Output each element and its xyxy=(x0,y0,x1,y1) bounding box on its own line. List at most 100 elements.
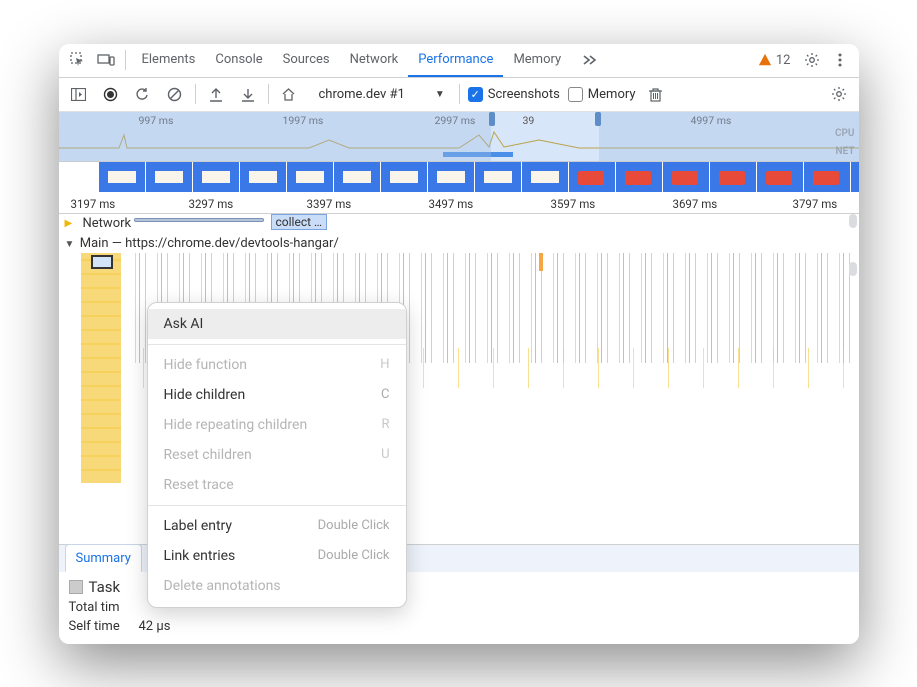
menu-item-hide-repeating-children: Hide repeating childrenR xyxy=(148,410,406,440)
toggle-drawer-icon[interactable] xyxy=(67,82,91,106)
menu-item-hide-function: Hide functionH xyxy=(148,350,406,380)
tab-performance[interactable]: Performance xyxy=(408,44,503,78)
more-tabs-icon[interactable] xyxy=(577,46,603,74)
filmstrip-thumb[interactable] xyxy=(804,162,850,192)
filmstrip-thumb[interactable] xyxy=(569,162,615,192)
filmstrip-thumb[interactable] xyxy=(334,162,380,192)
total-time-label: Total tim xyxy=(69,600,139,615)
record-icon[interactable] xyxy=(99,82,123,106)
devtools-tabbar: ElementsConsoleSourcesNetworkPerformance… xyxy=(59,44,859,78)
overview-tick: 39 xyxy=(523,114,535,127)
device-toolbar-icon[interactable] xyxy=(93,46,119,74)
filmstrip-thumb[interactable] xyxy=(146,162,192,192)
gc-icon[interactable] xyxy=(644,82,668,106)
perf-settings-icon[interactable] xyxy=(827,82,851,106)
filmstrip-thumb[interactable] xyxy=(193,162,239,192)
task-swatch xyxy=(69,580,83,594)
range-handle-left[interactable] xyxy=(489,112,495,126)
reload-record-icon[interactable] xyxy=(131,82,155,106)
download-icon[interactable] xyxy=(236,82,260,106)
scrollbar-thumb[interactable] xyxy=(849,262,857,276)
self-time-label: Self time xyxy=(69,619,139,634)
filmstrip-thumb[interactable] xyxy=(757,162,803,192)
filmstrip-thumb[interactable] xyxy=(381,162,427,192)
perf-toolbar: chrome.dev #1 ▼ Screenshots Memory xyxy=(59,78,859,112)
filmstrip-thumb[interactable] xyxy=(710,162,756,192)
expand-icon: ▼ xyxy=(65,239,77,250)
filmstrip-thumb[interactable] xyxy=(851,162,859,192)
menu-shortcut: U xyxy=(381,447,389,463)
devtools-window: ElementsConsoleSourcesNetworkPerformance… xyxy=(59,44,859,644)
selected-frame[interactable] xyxy=(91,255,113,269)
tab-console[interactable]: Console xyxy=(205,44,272,78)
filmstrip-thumb[interactable] xyxy=(475,162,521,192)
warning-count: 12 xyxy=(776,53,791,68)
tab-network[interactable]: Network xyxy=(340,44,409,78)
source-selector[interactable]: chrome.dev #1 ▼ xyxy=(309,82,451,106)
home-icon[interactable] xyxy=(277,82,301,106)
settings-icon[interactable] xyxy=(799,46,825,74)
filmstrip-thumb[interactable] xyxy=(240,162,286,192)
filmstrip-thumb[interactable] xyxy=(99,162,145,192)
menu-item-label-entry[interactable]: Label entryDouble Click xyxy=(148,511,406,541)
context-menu-separator xyxy=(148,505,406,506)
filmstrip-thumb[interactable] xyxy=(287,162,333,192)
main-track-header[interactable]: ▼ Main — https://chrome.dev/devtools-han… xyxy=(59,234,859,253)
context-menu: Ask AI Hide functionHHide childrenCHide r… xyxy=(147,302,407,608)
screenshots-label: Screenshots xyxy=(488,87,560,102)
menu-item-delete-annotations: Delete annotations xyxy=(148,571,406,601)
chevron-down-icon: ▼ xyxy=(435,89,445,100)
source-label: chrome.dev #1 xyxy=(319,87,405,102)
menu-item-ask-ai[interactable]: Ask AI xyxy=(148,309,406,339)
network-bar[interactable] xyxy=(134,218,264,222)
filmstrip-thumb[interactable] xyxy=(522,162,568,192)
kebab-icon[interactable] xyxy=(827,46,853,74)
screenshots-checkbox[interactable]: Screenshots xyxy=(468,87,560,102)
time-ruler: 3197 ms 3297 ms 3397 ms 3497 ms 3597 ms 3697 … xyxy=(59,196,859,214)
menu-item-reset-trace: Reset trace xyxy=(148,470,406,500)
menu-item-hide-children[interactable]: Hide childrenC xyxy=(148,380,406,410)
clear-icon[interactable] xyxy=(163,82,187,106)
menu-shortcut: Double Click xyxy=(318,548,390,564)
menu-shortcut: Double Click xyxy=(318,518,390,534)
menu-item-reset-children: Reset childrenU xyxy=(148,440,406,470)
menu-shortcut: C xyxy=(381,387,389,403)
ruler-tick: 3797 ms xyxy=(793,197,838,211)
checkbox-icon xyxy=(468,87,483,102)
range-handle-right[interactable] xyxy=(595,112,601,126)
tab-elements[interactable]: Elements xyxy=(132,44,206,78)
ruler-tick: 3397 ms xyxy=(307,197,352,211)
menu-shortcut: H xyxy=(380,357,389,373)
expand-icon: ▶ xyxy=(65,218,77,229)
filmstrip-thumb[interactable] xyxy=(616,162,662,192)
scrollbar-thumb[interactable] xyxy=(849,214,857,228)
warnings-badge[interactable]: 12 xyxy=(752,53,797,68)
task-label: Task xyxy=(89,578,121,596)
context-menu-separator xyxy=(148,344,406,345)
memory-label: Memory xyxy=(588,87,636,102)
menu-shortcut: R xyxy=(381,417,389,433)
ruler-tick: 3197 ms xyxy=(71,197,116,211)
tab-summary[interactable]: Summary xyxy=(65,544,142,572)
tab-memory[interactable]: Memory xyxy=(503,44,571,78)
timeline-overview[interactable]: 997 ms1997 ms2997 ms394997 ms CPU NET xyxy=(59,112,859,162)
menu-item-link-entries[interactable]: Link entriesDouble Click xyxy=(148,541,406,571)
tab-sources[interactable]: Sources xyxy=(273,44,340,78)
checkbox-icon xyxy=(568,87,583,102)
network-item[interactable]: collect … xyxy=(271,214,328,230)
ruler-tick: 3297 ms xyxy=(189,197,234,211)
main-thread-label: Main — https://chrome.dev/devtools-hanga… xyxy=(80,236,339,251)
inspect-icon[interactable] xyxy=(65,46,91,74)
filmstrip[interactable] xyxy=(59,162,859,196)
memory-checkbox[interactable]: Memory xyxy=(568,87,636,102)
upload-icon[interactable] xyxy=(204,82,228,106)
filmstrip-thumb[interactable] xyxy=(428,162,474,192)
tab-list: ElementsConsoleSourcesNetworkPerformance… xyxy=(132,44,572,78)
ruler-tick: 3697 ms xyxy=(673,197,718,211)
ruler-tick: 3497 ms xyxy=(429,197,474,211)
network-label: Network xyxy=(83,216,132,231)
network-track-header[interactable]: ▶ Network xyxy=(59,214,138,233)
filmstrip-thumb[interactable] xyxy=(663,162,709,192)
self-time-value: 42 µs xyxy=(139,619,171,634)
ruler-tick: 3597 ms xyxy=(551,197,596,211)
